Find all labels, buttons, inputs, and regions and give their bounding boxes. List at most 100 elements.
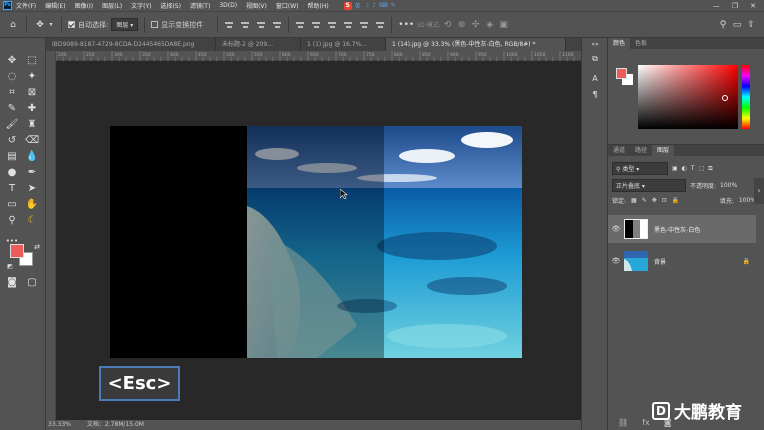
3d-roll-icon[interactable]: ⊛ bbox=[455, 18, 469, 32]
tab-document-3[interactable]: 1 (1).jpg @ 16.7%... bbox=[301, 38, 386, 51]
foreground-color-swatch[interactable] bbox=[10, 244, 24, 258]
home-icon[interactable]: ⌂ bbox=[6, 18, 20, 32]
paragraph-panel-icon[interactable]: ¶ bbox=[587, 88, 603, 102]
magic-wand-icon[interactable]: ✦ bbox=[25, 70, 39, 84]
distribute-icon[interactable] bbox=[343, 20, 353, 30]
path-select-icon[interactable]: ➤ bbox=[25, 182, 39, 196]
menu-view[interactable]: 视图(V) bbox=[246, 1, 267, 10]
lock-artboard-icon[interactable]: ⊡ bbox=[662, 197, 667, 204]
ime-toolbar[interactable]: S 英 ☽ ♪ ⌨ ✎ bbox=[343, 1, 396, 10]
auto-select-checkbox[interactable] bbox=[68, 21, 75, 28]
filter-adjust-icon[interactable]: ◐ bbox=[682, 165, 687, 172]
filter-type-icon[interactable]: T bbox=[691, 165, 695, 172]
distribute-horizontal-icon[interactable] bbox=[375, 20, 385, 30]
lock-all-icon[interactable]: 🔒 bbox=[672, 197, 679, 204]
3d-camera-icon[interactable]: ▣ bbox=[497, 18, 511, 32]
align-bottom-icon[interactable] bbox=[327, 20, 337, 30]
tab-paths[interactable]: 路径 bbox=[630, 145, 652, 156]
layer-row-background[interactable]: 👁 背景 🔒 bbox=[608, 247, 756, 275]
lasso-tool-icon[interactable]: ◌ bbox=[5, 70, 19, 84]
lock-transparency-icon[interactable]: ▦ bbox=[631, 197, 637, 204]
hand-tool-icon[interactable]: ✋ bbox=[25, 198, 39, 212]
fx-icon[interactable]: fx bbox=[642, 418, 650, 427]
align-center-icon[interactable] bbox=[240, 20, 250, 30]
share-icon[interactable]: ⇪ bbox=[744, 18, 758, 32]
menu-type[interactable]: 文字(Y) bbox=[131, 1, 151, 10]
lock-paint-icon[interactable]: ✎ bbox=[642, 197, 647, 204]
filter-smart-icon[interactable]: ⧉ bbox=[708, 165, 712, 173]
menu-image[interactable]: 图像(I) bbox=[75, 1, 93, 10]
tab-channels[interactable]: 通道 bbox=[608, 145, 630, 156]
distribute-vertical-icon[interactable] bbox=[359, 20, 369, 30]
more-options-icon[interactable]: ••• bbox=[398, 18, 414, 32]
frame-tool-icon[interactable]: ⊠ bbox=[25, 86, 39, 100]
gradient-tool-icon[interactable]: ▤ bbox=[5, 150, 19, 164]
zoom-tool-icon[interactable]: ⚲ bbox=[5, 214, 19, 228]
banana-icon[interactable]: ☾ bbox=[25, 214, 39, 228]
align-right-icon[interactable] bbox=[256, 20, 266, 30]
stamp-tool-icon[interactable]: ♜ bbox=[25, 118, 39, 132]
align-justify-icon[interactable] bbox=[272, 20, 282, 30]
panel-foreground-swatch[interactable] bbox=[616, 68, 627, 79]
chevron-down-icon[interactable]: ▾ bbox=[47, 18, 55, 32]
align-middle-icon[interactable] bbox=[311, 20, 321, 30]
layer-name[interactable]: 背景 bbox=[654, 257, 666, 266]
tab-layers[interactable]: 图层 bbox=[652, 145, 675, 156]
moon-icon[interactable]: ☽ bbox=[364, 2, 369, 9]
tab-document-2[interactable]: 未标题-2 @ 209... bbox=[216, 38, 301, 51]
link-layers-icon[interactable]: ⛓ bbox=[618, 418, 628, 427]
document-image[interactable] bbox=[110, 126, 522, 358]
workspace-icon[interactable]: ▭ bbox=[730, 18, 744, 32]
menu-file[interactable]: 文件(F) bbox=[16, 1, 36, 10]
dodge-tool-icon[interactable]: ● bbox=[5, 166, 19, 180]
3d-slide-icon[interactable]: ◈ bbox=[483, 18, 497, 32]
3d-pan-icon[interactable]: ✣ bbox=[469, 18, 483, 32]
filter-pixel-icon[interactable]: ▣ bbox=[672, 165, 678, 172]
swap-colors-icon[interactable]: ⇄ bbox=[30, 240, 44, 254]
3d-orbit-icon[interactable]: ⟲ bbox=[441, 18, 455, 32]
move-tool-icon[interactable]: ✥ bbox=[33, 18, 47, 32]
default-colors-icon[interactable]: ◩ bbox=[3, 260, 17, 274]
restore-icon[interactable]: ❐ bbox=[732, 2, 738, 10]
brush-tool-icon[interactable]: 🖌 bbox=[5, 118, 19, 132]
layer-name[interactable]: 黑色-中性灰-白色 bbox=[654, 225, 700, 234]
menu-3d[interactable]: 3D(D) bbox=[219, 2, 237, 9]
menu-layer[interactable]: 图层(L) bbox=[102, 1, 122, 10]
tab-swatches[interactable]: 色板 bbox=[630, 38, 652, 49]
pen-tool-icon[interactable]: ✒ bbox=[25, 166, 39, 180]
collapse-arrows-icon[interactable]: «» bbox=[587, 38, 603, 52]
search-icon[interactable]: ⚲ bbox=[716, 18, 730, 32]
pen-icon[interactable]: ✎ bbox=[391, 2, 396, 9]
lock-move-icon[interactable]: ✥ bbox=[652, 197, 657, 204]
menu-help[interactable]: 帮助(H) bbox=[308, 1, 329, 10]
marquee-tool-icon[interactable]: ⬚ bbox=[25, 54, 39, 68]
history-panel-icon[interactable]: ⧉ bbox=[587, 52, 603, 66]
menu-select[interactable]: 选择(S) bbox=[160, 1, 181, 10]
blur-tool-icon[interactable]: 💧 bbox=[25, 150, 39, 164]
zoom-level[interactable]: 33.33% bbox=[48, 420, 71, 430]
ime-lang[interactable]: 英 bbox=[355, 1, 361, 10]
show-transform-checkbox[interactable] bbox=[151, 21, 159, 28]
layer-row-gradient[interactable]: 👁 黑色-中性灰-白色 bbox=[608, 215, 756, 243]
minimize-icon[interactable]: — bbox=[713, 2, 720, 10]
menu-window[interactable]: 窗口(W) bbox=[276, 1, 299, 10]
quick-mask-icon[interactable]: ◙ bbox=[5, 276, 19, 290]
keyboard-icon[interactable]: ⌨ bbox=[379, 2, 388, 9]
tab-document-1[interactable]: IBD9089-8187-4729-8CDA-D2445465DA8E.png bbox=[46, 38, 216, 51]
music-icon[interactable]: ♪ bbox=[372, 2, 376, 9]
hue-slider[interactable] bbox=[742, 65, 750, 129]
screen-mode-icon[interactable]: ▢ bbox=[25, 276, 39, 290]
eye-icon[interactable]: 👁 bbox=[608, 257, 624, 265]
crop-tool-icon[interactable]: ⌗ bbox=[5, 86, 19, 100]
align-left-icon[interactable] bbox=[224, 20, 234, 30]
tab-document-4[interactable]: 1 (14).jpg @ 33.3% (黑色-中性灰-白色, RGB/8#) * bbox=[386, 38, 566, 51]
close-icon[interactable]: ✕ bbox=[750, 2, 756, 10]
auto-select-dropdown[interactable]: 图层 ▾ bbox=[111, 18, 139, 31]
tab-color[interactable]: 颜色 bbox=[608, 38, 631, 49]
eraser-tool-icon[interactable]: ⌫ bbox=[25, 134, 39, 148]
blend-mode-dropdown[interactable]: 正片叠底 ▾ bbox=[612, 179, 686, 192]
history-brush-icon[interactable]: ↺ bbox=[5, 134, 19, 148]
filter-shape-icon[interactable]: ⬚ bbox=[699, 165, 705, 172]
character-panel-icon[interactable]: A bbox=[587, 72, 603, 86]
layer-kind-filter[interactable]: ⚲ 类型 ▾ bbox=[612, 162, 668, 175]
